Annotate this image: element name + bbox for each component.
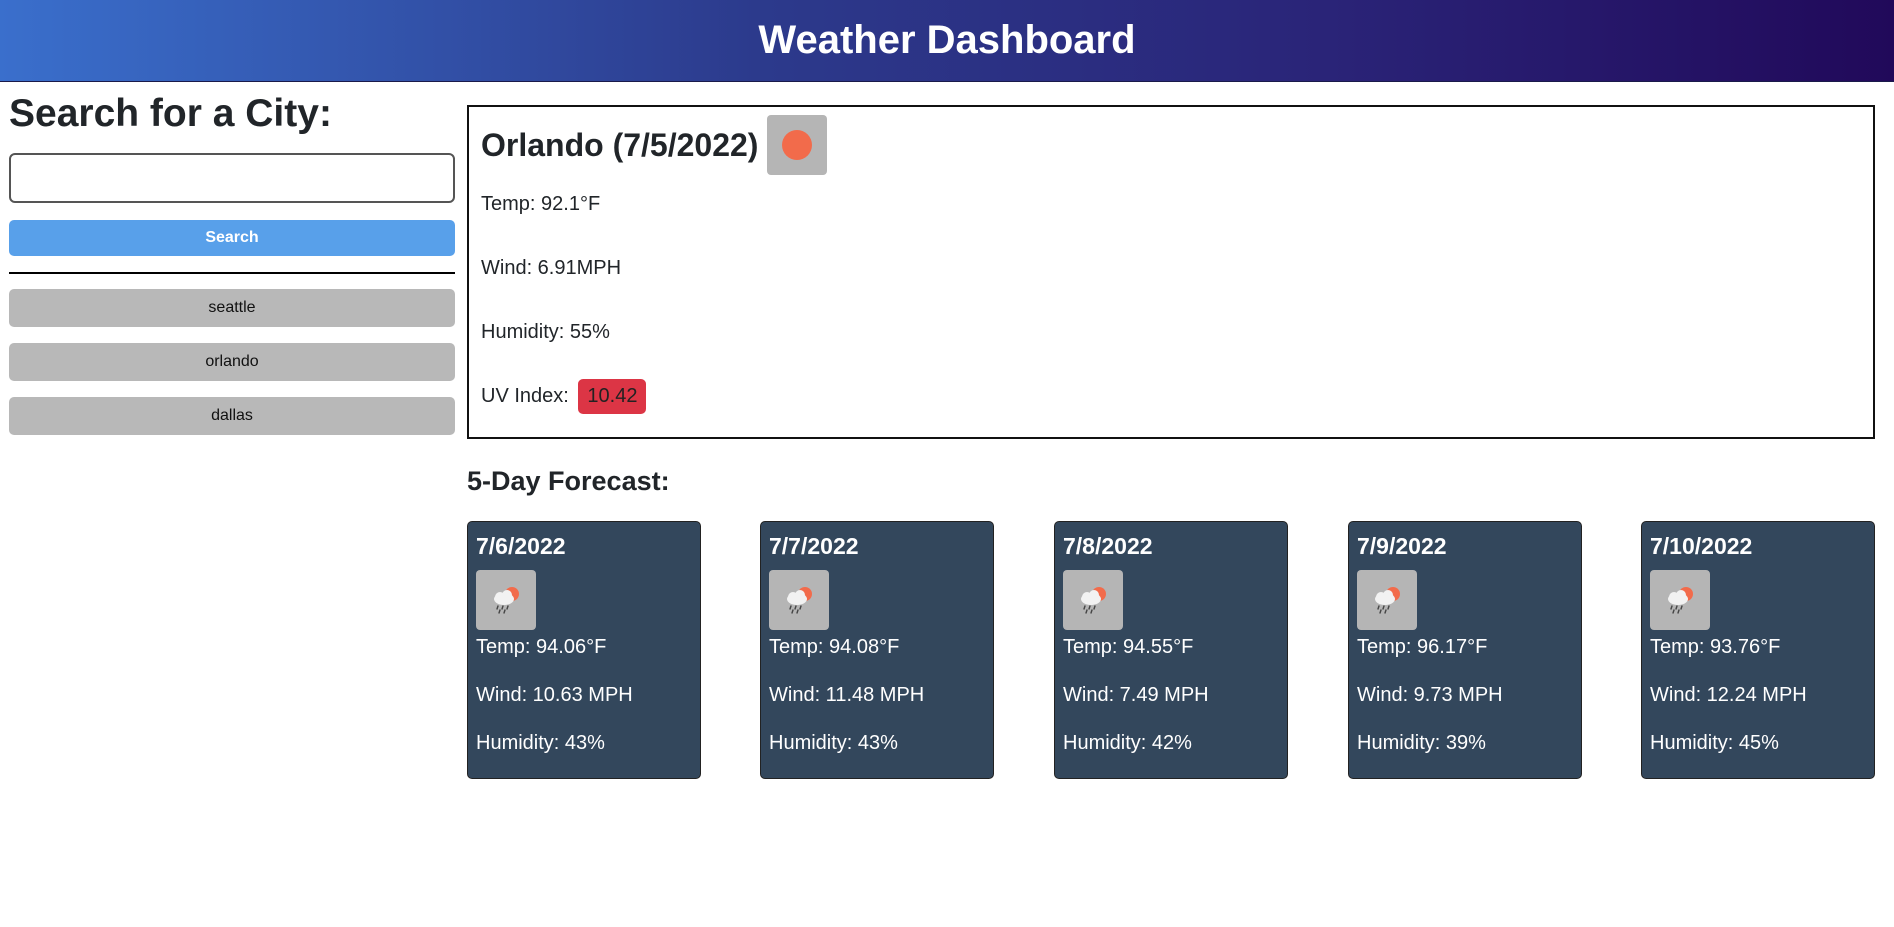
forecast-date: 7/7/2022 (769, 533, 859, 559)
forecast-humidity: Humidity: 43% (769, 732, 898, 754)
forecast-wind: Wind: 11.48 MPH (769, 684, 925, 706)
forecast-date: 7/6/2022 (476, 533, 566, 559)
current-weather-icon-box (767, 115, 828, 175)
forecast-icon-box (1650, 570, 1710, 630)
current-uv-row: UV Index: 10.42 (481, 379, 647, 414)
rain-cloud-sun-icon (787, 587, 812, 614)
history-button-dallas[interactable]: dallas (9, 397, 455, 435)
forecast-humidity: Humidity: 43% (476, 732, 605, 754)
page-title: Weather Dashboard (758, 18, 1136, 62)
forecast-card: 7/7/2022 Temp: 94.08°F Wind: 11.48 MPH H… (760, 521, 994, 779)
search-button[interactable]: Search (9, 220, 455, 256)
forecast-card: 7/6/2022 Temp: 94.06°F Wind: 10.63 MPH H… (467, 521, 701, 779)
search-heading: Search for a City: (9, 92, 332, 135)
forecast-card: 7/8/2022 Temp: 94.55°F Wind: 7.49 MPH Hu… (1054, 521, 1288, 779)
forecast-card: 7/9/2022 Temp: 96.17°F Wind: 9.73 MPH Hu… (1348, 521, 1582, 779)
forecast-icon-box (769, 570, 829, 630)
rain-cloud-sun-icon (1668, 587, 1693, 614)
current-wind: Wind: 6.91MPH (481, 257, 622, 279)
forecast-date: 7/10/2022 (1650, 533, 1753, 559)
rain-cloud-sun-icon (1081, 587, 1106, 614)
current-humidity: Humidity: 55% (481, 321, 610, 343)
current-weather-panel: Orlando (7/5/2022) Temp: 92.1°F Wind: 6.… (467, 105, 1875, 439)
search-sidebar: Search for a City: Search seattle orland… (9, 92, 455, 435)
forecast-humidity: Humidity: 45% (1650, 732, 1779, 754)
forecast-temp: Temp: 96.17°F (1357, 636, 1488, 658)
uv-index-label: UV Index: (481, 385, 569, 407)
rain-cloud-sun-icon (1375, 587, 1400, 614)
current-city-date: Orlando (7/5/2022) (481, 126, 759, 163)
forecast-wind: Wind: 10.63 MPH (476, 684, 633, 706)
city-search-input[interactable] (9, 153, 455, 203)
forecast-icon-box (476, 570, 536, 630)
forecast-card: 7/10/2022 Temp: 93.76°F Wind: 12.24 MPH … (1641, 521, 1875, 779)
current-temp: Temp: 92.1°F (481, 193, 601, 215)
uv-index-badge: 10.42 (578, 379, 647, 414)
history-button-orlando[interactable]: orlando (9, 343, 455, 381)
rain-cloud-sun-icon (494, 587, 519, 614)
forecast-date: 7/9/2022 (1357, 533, 1447, 559)
forecast-heading: 5-Day Forecast: (467, 466, 670, 496)
forecast-humidity: Humidity: 42% (1063, 732, 1192, 754)
current-weather-header: Orlando (7/5/2022) (481, 115, 1861, 175)
forecast-temp: Temp: 93.76°F (1650, 636, 1781, 658)
forecast-wind: Wind: 12.24 MPH (1650, 684, 1807, 706)
forecast-wind: Wind: 7.49 MPH (1063, 684, 1209, 706)
app-header: Weather Dashboard (0, 0, 1894, 82)
sun-icon (782, 130, 813, 160)
forecast-icon-box (1063, 570, 1123, 630)
forecast-icon-box (1357, 570, 1417, 630)
forecast-temp: Temp: 94.06°F (476, 636, 607, 658)
forecast-date: 7/8/2022 (1063, 533, 1153, 559)
forecast-humidity: Humidity: 39% (1357, 732, 1486, 754)
forecast-temp: Temp: 94.55°F (1063, 636, 1194, 658)
sidebar-divider (9, 272, 455, 274)
history-button-seattle[interactable]: seattle (9, 289, 455, 327)
forecast-wind: Wind: 9.73 MPH (1357, 684, 1503, 706)
forecast-temp: Temp: 94.08°F (769, 636, 900, 658)
